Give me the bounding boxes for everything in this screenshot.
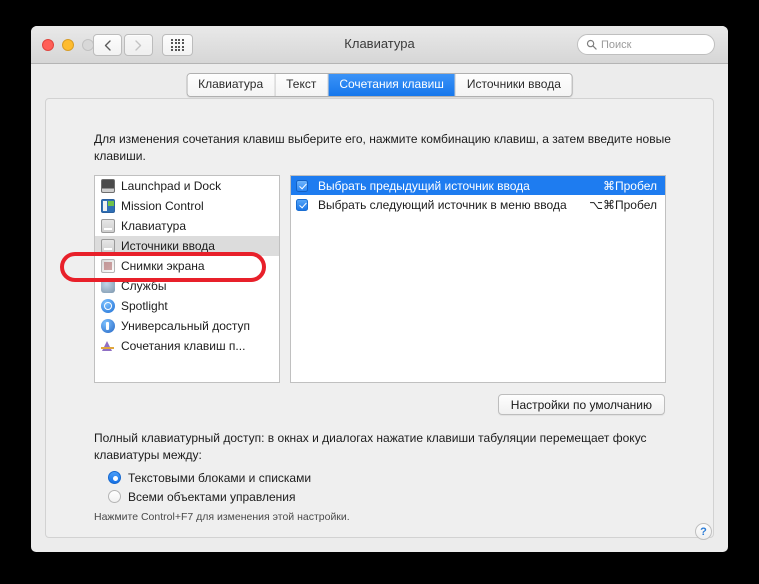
window-titlebar: Клавиатура Поиск [31,26,728,64]
input-sources-icon [101,239,115,253]
launchpad-icon [101,179,115,193]
keyboard-icon [101,219,115,233]
tab-bar-zone: Клавиатура Текст Сочетания клавиш Источн… [31,64,728,98]
radio-text-boxes-and-lists[interactable]: Текстовыми блоками и списками [108,468,311,487]
tab-input-sources[interactable]: Источники ввода [455,74,572,96]
category-universal-access[interactable]: Универсальный доступ [95,316,279,336]
category-label: Spotlight [121,299,168,313]
category-input-sources[interactable]: Источники ввода [95,236,279,256]
shortcut-checkbox[interactable] [296,198,308,211]
restore-defaults-button[interactable]: Настройки по умолчанию [497,394,665,415]
search-field[interactable]: Поиск [577,34,715,55]
tab-shortcuts[interactable]: Сочетания клавиш [328,74,456,96]
category-label: Клавиатура [121,219,186,233]
universal-access-icon [101,319,115,333]
mission-control-icon [101,199,115,213]
category-label: Источники ввода [121,239,215,253]
category-keyboard[interactable]: Клавиатура [95,216,279,236]
radio-button-selected-icon[interactable] [108,471,121,484]
screenshot-icon [101,259,115,273]
radio-button-icon[interactable] [108,490,121,503]
tab-keyboard[interactable]: Клавиатура [187,74,276,96]
full-keyboard-access-options: Текстовыми блоками и списками Всеми объе… [108,468,311,506]
table-row[interactable]: Выбрать предыдущий источник ввода ⌘Пробе… [291,176,665,195]
table-row[interactable]: Выбрать следующий источник в меню ввода … [291,195,665,214]
screen: Клавиатура Поиск Клавиатура Текст Сочета… [0,0,759,584]
shortcut-list[interactable]: Выбрать предыдущий источник ввода ⌘Пробе… [290,175,666,383]
full-keyboard-access-description: Полный клавиатурный доступ: в окнах и ди… [94,431,647,462]
shortcut-checkbox[interactable] [296,179,308,192]
help-button[interactable]: ? [695,523,712,540]
shortcuts-app-icon [101,339,115,353]
shortcut-key[interactable]: ⌘Пробел [603,179,657,193]
category-screenshots[interactable]: Снимки экрана [95,256,279,276]
radio-label: Всеми объектами управления [128,489,296,504]
services-icon [101,279,115,293]
category-services[interactable]: Службы [95,276,279,296]
category-mission-control[interactable]: Mission Control [95,196,279,216]
system-preferences-window: Клавиатура Поиск Клавиатура Текст Сочета… [31,26,728,552]
shortcut-category-list[interactable]: Launchpad и Dock Mission Control Клавиат… [94,175,280,383]
category-label: Сочетания клавиш п... [121,339,246,353]
category-label: Универсальный доступ [121,319,251,333]
category-launchpad-dock[interactable]: Launchpad и Dock [95,176,279,196]
radio-all-controls[interactable]: Всеми объектами управления [108,487,311,506]
tab-bar: Клавиатура Текст Сочетания клавиш Источн… [186,73,573,97]
category-label: Снимки экрана [121,259,205,273]
category-label: Mission Control [121,199,204,213]
shortcut-key[interactable]: ⌥⌘Пробел [589,198,657,212]
radio-label: Текстовыми блоками и списками [128,470,312,485]
category-label: Launchpad и Dock [121,179,222,193]
spotlight-icon [101,299,115,313]
shortcut-label: Выбрать предыдущий источник ввода [318,178,530,193]
category-app-shortcuts[interactable]: Сочетания клавиш п... [95,336,279,356]
search-icon [586,39,597,50]
preferences-panel: Для изменения сочетания клавиш выберите … [45,98,714,538]
shortcut-label: Выбрать следующий источник в меню ввода [318,197,567,212]
full-keyboard-access-hint: Нажмите Control+F7 для изменения этой на… [94,511,350,523]
category-spotlight[interactable]: Spotlight [95,296,279,316]
category-label: Службы [121,279,167,293]
tab-text[interactable]: Текст [275,74,329,96]
instruction-text: Для изменения сочетания клавиш выберите … [94,132,671,163]
search-placeholder: Поиск [601,38,632,51]
